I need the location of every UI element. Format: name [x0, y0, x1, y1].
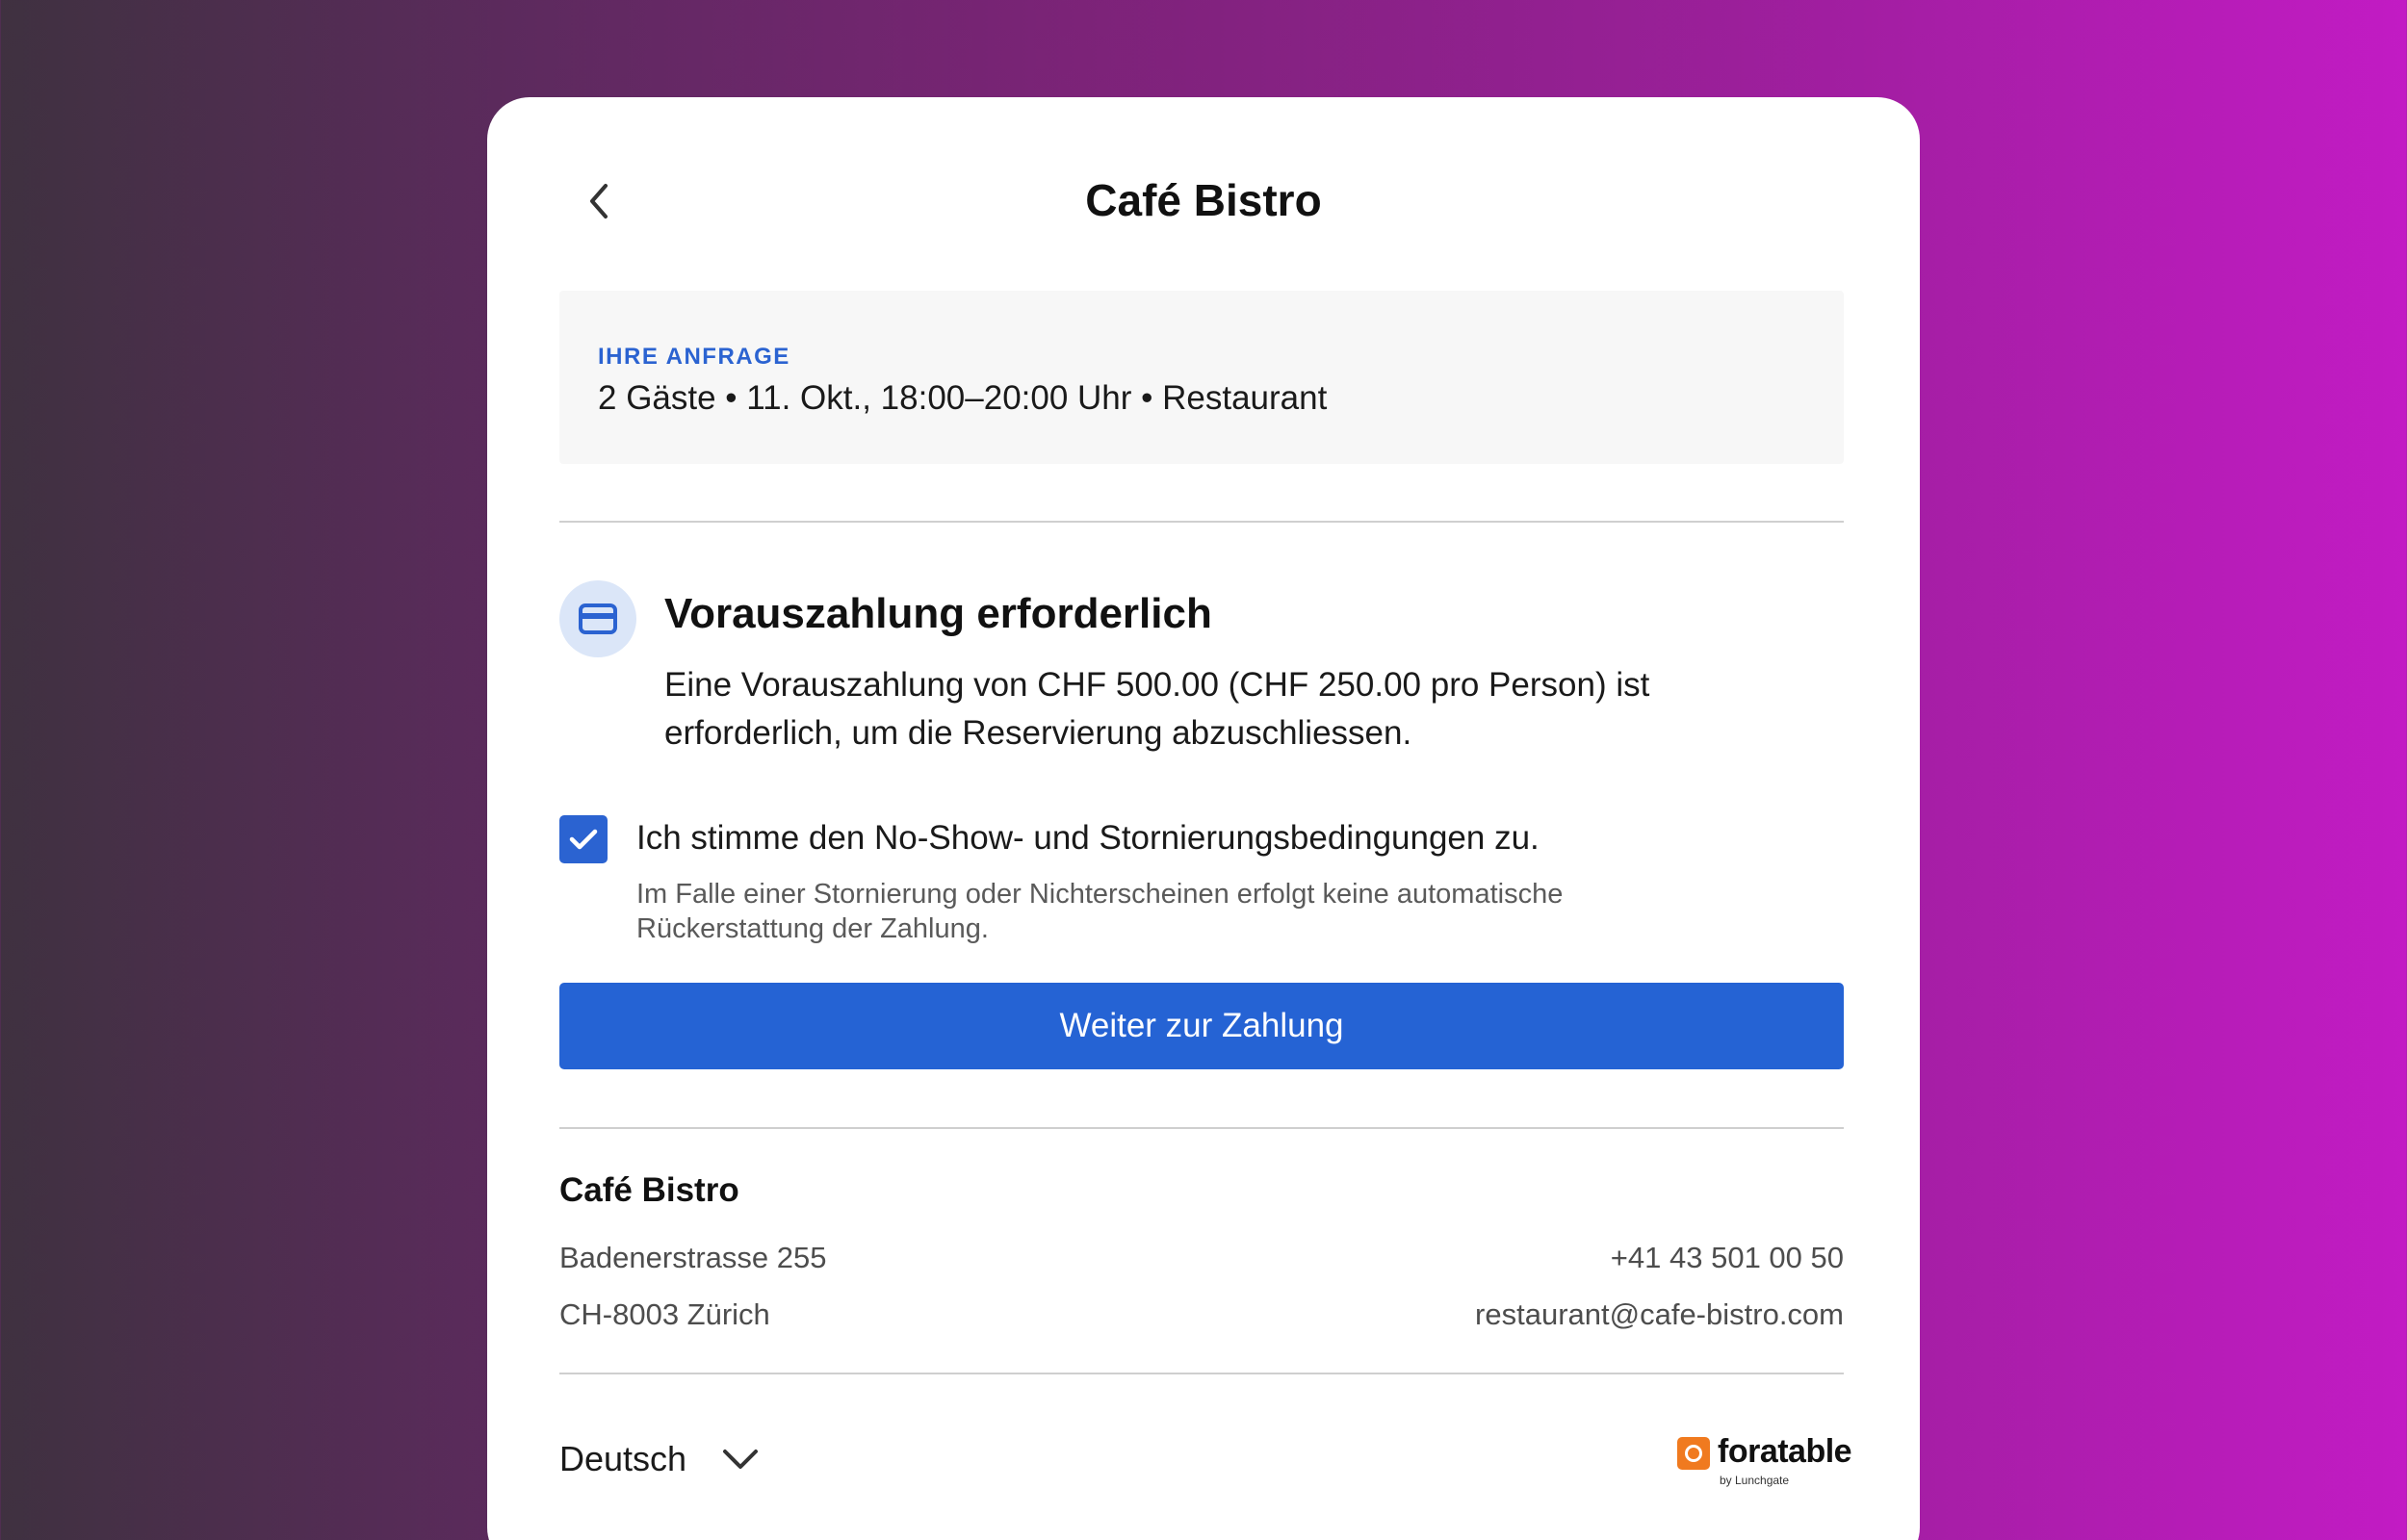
chevron-down-icon: [721, 1448, 760, 1471]
divider: [559, 1373, 1844, 1374]
restaurant-city: CH-8003 Zürich: [559, 1297, 770, 1331]
language-select[interactable]: Deutsch: [559, 1430, 760, 1488]
continue-to-payment-button[interactable]: Weiter zur Zahlung: [559, 983, 1844, 1069]
request-summary-box: IHRE ANFRAGE 2 Gäste • 11. Okt., 18:00–2…: [559, 291, 1844, 464]
checkmark-icon: [569, 829, 598, 850]
page-title: Café Bistro: [1085, 175, 1322, 225]
restaurant-phone-link[interactable]: +41 43 501 00 50: [1611, 1241, 1844, 1275]
brand-name: foratable: [1718, 1433, 1852, 1470]
foratable-logo-icon: [1677, 1437, 1710, 1470]
language-label: Deutsch: [559, 1439, 687, 1478]
divider: [559, 521, 1844, 523]
divider: [559, 1127, 1844, 1129]
request-label: IHRE ANFRAGE: [598, 344, 790, 370]
payment-description: Eine Vorauszahlung von CHF 500.00 (CHF 2…: [664, 666, 1650, 752]
header: Café Bistro: [487, 97, 1920, 299]
reservation-card: Café Bistro IHRE ANFRAGE 2 Gäste • 11. O…: [487, 97, 1920, 1540]
consent-checkbox[interactable]: [559, 815, 608, 863]
payment-icon-badge: [559, 580, 636, 657]
consent-note: Im Falle einer Stornierung oder Nichters…: [636, 879, 1564, 944]
consent-label[interactable]: Ich stimme den No-Show- und Stornierungs…: [636, 819, 1540, 858]
restaurant-street: Badenerstrasse 255: [559, 1241, 827, 1274]
credit-card-icon: [579, 603, 617, 634]
restaurant-email-link[interactable]: restaurant@cafe-bistro.com: [1475, 1297, 1844, 1332]
request-summary: 2 Gäste • 11. Okt., 18:00–20:00 Uhr • Re…: [598, 379, 1328, 417]
payment-title: Vorauszahlung erforderlich: [664, 590, 1212, 637]
foratable-logo: foratable by Lunchgate: [1669, 1433, 1852, 1491]
restaurant-name: Café Bistro: [559, 1171, 739, 1209]
brand-subtitle: by Lunchgate: [1720, 1474, 1790, 1487]
